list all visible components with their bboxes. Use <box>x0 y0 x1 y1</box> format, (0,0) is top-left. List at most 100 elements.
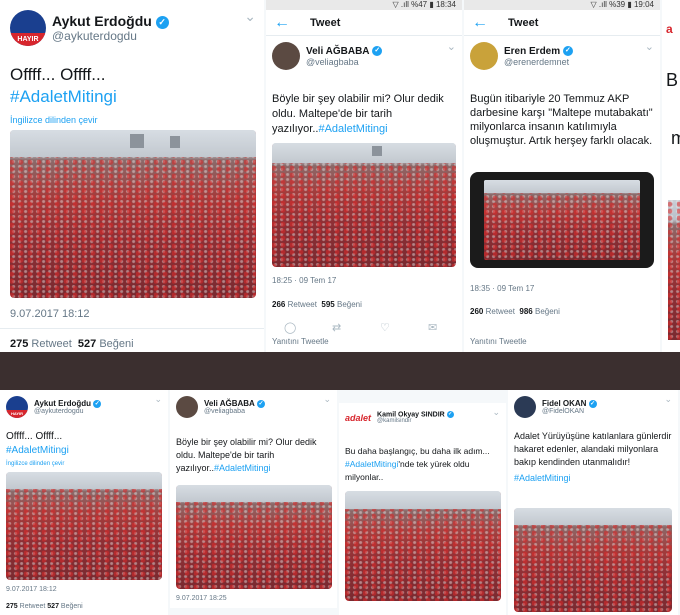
hayir-badge: HAYIR <box>10 33 46 46</box>
translate-link[interactable]: İngilizce dilinden çevir <box>10 115 98 125</box>
chevron-down-icon[interactable]: ⌄ <box>244 8 256 25</box>
timestamp: 9.07.2017 18:12 <box>10 308 90 320</box>
tweet-photo[interactable] <box>176 485 332 589</box>
author-handle[interactable]: @aykuterdogdu <box>34 408 101 415</box>
tweet-text: Offff... Offff... <box>6 431 63 442</box>
translate-link[interactable]: İngilizce dilinden çevir <box>6 461 64 467</box>
retweet-count: 275 <box>6 603 18 610</box>
tweet-card-veli-mobile: ▽ .ıll %47 ▮ 18:34 ← Tweet Veli AĞBABA ✓… <box>266 0 462 352</box>
hashtag-link[interactable]: #AdaletMitingi <box>10 86 117 108</box>
avatar[interactable]: HAYIR <box>10 10 46 46</box>
tweet-card-aykut-large: HAYIR Aykut Erdoğdu ✓ @aykuterdogdu ⌄ Of… <box>0 0 264 352</box>
chevron-down-icon[interactable]: ⌄ <box>645 40 654 53</box>
verified-icon: ✓ <box>372 45 383 56</box>
verified-icon: ✓ <box>155 15 169 29</box>
verified-icon: ✓ <box>93 399 102 408</box>
author-handle[interactable]: @erenerdemnet <box>504 57 573 67</box>
author-handle[interactable]: @FidelOKAN <box>542 408 597 415</box>
chevron-down-icon[interactable]: ⌄ <box>447 40 456 53</box>
hashtag-link[interactable]: #AdaletMitingi <box>6 444 69 458</box>
back-arrow-icon[interactable]: ← <box>274 14 290 32</box>
retweet-label[interactable]: Retweet <box>31 338 71 350</box>
author-name[interactable]: Eren Erdem <box>504 46 560 57</box>
reply-icon[interactable]: ◯ <box>284 321 296 334</box>
retweet-icon[interactable]: ⇄ <box>332 321 341 334</box>
avatar[interactable] <box>176 396 198 418</box>
chevron-down-icon[interactable]: ⌄ <box>664 394 672 405</box>
like-icon[interactable]: ♡ <box>380 321 390 334</box>
dark-strip <box>0 352 680 390</box>
author-name[interactable]: Veli AĞBABA <box>204 399 255 408</box>
timestamp: 9.07.2017 18:12 <box>6 586 57 593</box>
phone-screen-photo <box>484 180 640 260</box>
timestamp: 18:25 · 09 Tem 17 <box>272 276 337 285</box>
chevron-down-icon[interactable]: ⌄ <box>323 394 331 405</box>
tweet-card-kamil-small: adalet Kamil Okyay SINDIR ✓ @kamilsindir… <box>339 403 506 615</box>
avatar[interactable] <box>272 42 300 70</box>
tweet-photo[interactable] <box>345 491 501 601</box>
share-icon[interactable]: ✉ <box>428 321 437 334</box>
avatar[interactable] <box>470 42 498 70</box>
author-name[interactable]: Aykut Erdoğdu <box>34 399 91 408</box>
tweet-card-aykut-small: HAYIR Aykut Erdoğdu ✓ @aykuterdogdu ⌄ Of… <box>0 390 168 615</box>
back-arrow-icon[interactable]: ← <box>472 14 488 32</box>
status-bar: ▽ .ıll %39 ▮ 19:04 <box>464 0 660 10</box>
page-title: Tweet <box>310 16 341 29</box>
retweet-label[interactable]: Retweet <box>486 307 515 316</box>
timestamp: 18:35 · 09 Tem 17 <box>470 284 535 293</box>
hashtag-link[interactable]: #AdaletMitingi <box>214 463 271 473</box>
author-name[interactable]: Veli AĞBABA <box>306 46 370 57</box>
chevron-down-icon[interactable]: ⌄ <box>154 394 162 405</box>
tweet-text: Offff... Offff... <box>10 65 106 84</box>
photo-fragment <box>668 200 680 340</box>
hashtag-link[interactable]: #AdaletMitingi <box>318 123 387 135</box>
tweet-photo[interactable] <box>10 130 256 298</box>
text-fragment: B <box>666 70 679 90</box>
author-name[interactable]: Fidel OKAN <box>542 399 586 408</box>
retweet-count: 266 <box>272 300 286 309</box>
reply-prompt[interactable]: Yanıtını Tweetle <box>272 337 329 346</box>
author-name[interactable]: Kamil Okyay SINDIR <box>377 411 445 418</box>
verified-icon: ✓ <box>588 399 597 408</box>
retweet-label[interactable]: Retweet <box>20 603 46 610</box>
like-count: 595 <box>321 300 335 309</box>
retweet-count: 275 <box>10 338 29 350</box>
author-name[interactable]: Aykut Erdoğdu <box>52 13 152 29</box>
reply-prompt[interactable]: Yanıtını Tweetle <box>470 337 527 346</box>
tweet-card-veli-small: Veli AĞBABA ✓ @veliagbaba ⌄ Böyle bir şe… <box>170 390 337 608</box>
tweet-card-eren-mobile: ▽ .ıll %39 ▮ 19:04 ← Tweet Eren Erdem ✓ … <box>464 0 660 352</box>
text-fragment-2: m <box>671 128 680 148</box>
tweet-photo[interactable] <box>514 508 672 612</box>
author-handle[interactable]: @kamilsindir <box>377 418 454 424</box>
timestamp: 9.07.2017 18:25 <box>176 595 227 602</box>
hashtag-link[interactable]: #AdaletMitingi <box>514 472 672 485</box>
tweet-text: Adalet Yürüyüşüne katılanlara günlerdir … <box>514 431 672 467</box>
verified-icon: ✓ <box>446 411 454 418</box>
retweet-count: 260 <box>470 307 484 316</box>
tweet-photo[interactable] <box>6 472 162 580</box>
tweet-text: Bu daha başlangıç, bu daha ilk adım... <box>345 446 490 456</box>
verified-icon: ✓ <box>257 399 266 408</box>
brand-fragment: a <box>666 22 673 36</box>
author-handle[interactable]: @veliagbaba <box>204 408 265 415</box>
status-bar: ▽ .ıll %47 ▮ 18:34 <box>266 0 462 10</box>
like-count: 527 <box>77 338 97 350</box>
like-label[interactable]: Beğeni <box>535 307 560 316</box>
chevron-down-icon[interactable]: ⌄ <box>492 407 500 418</box>
like-label[interactable]: Beğeni <box>337 300 362 309</box>
like-label[interactable]: Beğeni <box>99 338 133 350</box>
author-handle[interactable]: @veliagbaba <box>306 57 382 67</box>
tweet-text: Bugün itibariyle 20 Temmuz AKP darbesine… <box>470 93 653 147</box>
avatar[interactable] <box>514 396 536 418</box>
tweet-photo[interactable] <box>470 172 654 268</box>
tweet-card-cropped: a B <box>662 0 680 352</box>
author-handle[interactable]: @aykuterdogdu <box>52 29 169 43</box>
avatar[interactable]: HAYIR <box>6 396 28 418</box>
retweet-label[interactable]: Retweet <box>288 300 317 309</box>
adalet-logo: adalet <box>345 412 372 423</box>
tweet-photo[interactable] <box>272 143 456 267</box>
like-count: 986 <box>519 307 533 316</box>
page-title: Tweet <box>508 16 539 29</box>
hashtag-link[interactable]: #AdaletMitingi <box>345 459 398 469</box>
like-label[interactable]: Beğeni <box>61 603 83 610</box>
